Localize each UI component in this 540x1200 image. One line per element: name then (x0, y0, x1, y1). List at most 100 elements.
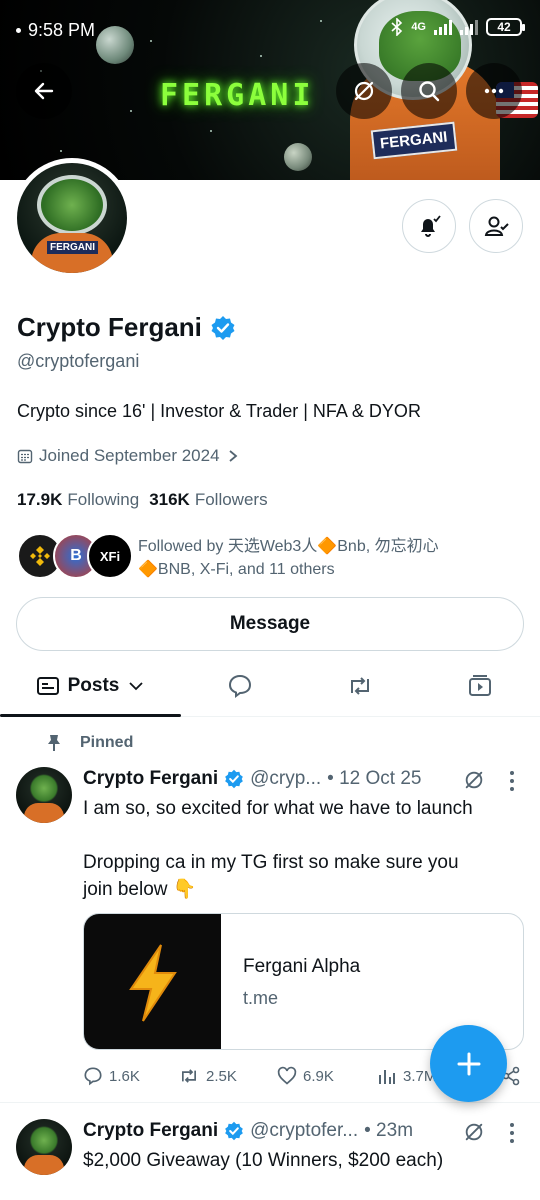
post-text-line3: join below 👇 (83, 879, 197, 900)
profile-tabs: Posts (0, 657, 540, 717)
reply-bubble-icon (228, 674, 252, 698)
lightning-bolt-icon (128, 943, 177, 1022)
moon-graphic (284, 143, 312, 171)
tab-active-indicator (0, 714, 181, 717)
follow-stats: 17.9K Following 316K Followers (17, 490, 268, 510)
card-title: Fergani Alpha (243, 956, 361, 977)
banner-logo-text: FERGANI (160, 78, 315, 113)
card-thumbnail (84, 914, 221, 1049)
post-header: Crypto Fergani @cryp... • 12 Oct 25 (83, 768, 421, 790)
binance-logo-icon (30, 546, 50, 566)
plus-icon (457, 1052, 480, 1075)
status-icons: 4G 42 (391, 18, 525, 36)
followers-count: 316K (149, 490, 190, 509)
back-button[interactable] (16, 63, 72, 119)
like-action[interactable]: 6.9K (277, 1066, 334, 1086)
network-type: 4G (411, 21, 426, 33)
followers-link[interactable]: 316K Followers (149, 490, 267, 510)
reply-icon (84, 1067, 102, 1086)
notifications-button[interactable] (402, 199, 456, 253)
chevron-down-icon (129, 682, 144, 691)
posts-feed-icon (36, 677, 59, 695)
joined-row[interactable]: Joined September 2024 (17, 446, 240, 466)
followed-by-line1: Followed by 天选Web3人🔶Bnb, 勿忘初心 (138, 538, 439, 555)
battery-level: 42 (497, 20, 511, 34)
verified-badge-icon[interactable] (210, 315, 236, 341)
tab-posts-label: Posts (67, 675, 120, 696)
grok-icon[interactable] (463, 769, 485, 791)
battery-icon: 42 (486, 18, 525, 36)
signal-icon-2 (460, 19, 478, 35)
followed-by-row[interactable]: B XFi Followed by 天选Web3人🔶Bnb, 勿忘初心 🔶BNB… (17, 533, 527, 581)
joined-date: Joined September 2024 (39, 446, 220, 465)
tab-reposts[interactable] (325, 657, 395, 715)
avatar-patch: FERGANI (47, 241, 98, 254)
pinned-label-row: Pinned (46, 734, 133, 752)
repost-icon (182, 1069, 196, 1083)
post-author-handle: @cryp... (250, 768, 322, 789)
chevron-right-icon (228, 450, 237, 462)
grok-button[interactable] (336, 63, 392, 119)
post-text-line1: I am so, so excited for what we have to … (83, 798, 473, 819)
grok-icon (354, 81, 374, 101)
post-avatar[interactable] (16, 767, 72, 823)
media-icon (469, 675, 491, 696)
avatar-image: FERGANI (17, 163, 127, 273)
post-avatar[interactable] (16, 1119, 72, 1175)
card-domain: t.me (243, 988, 279, 1008)
bell-check-icon (421, 215, 441, 237)
verified-badge-icon (225, 1121, 243, 1141)
verified-badge-icon (225, 769, 243, 789)
more-options-button[interactable] (466, 63, 522, 119)
post-time: • 23m (364, 1120, 414, 1141)
repost-icon (351, 677, 369, 695)
bluetooth-icon (391, 18, 403, 36)
like-count: 6.9K (303, 1067, 334, 1085)
notification-dot (16, 28, 21, 33)
post-author-handle: @cryptofer... (250, 1120, 359, 1141)
repost-count: 2.5K (206, 1067, 237, 1085)
status-bar: 9:58 PM 4G 42 (0, 0, 540, 60)
pin-icon (48, 735, 60, 751)
arrow-left-icon (34, 82, 54, 100)
more-horizontal-icon (484, 88, 504, 94)
profile-bio: Crypto since 16' | Investor & Trader | N… (17, 401, 421, 421)
pinned-label: Pinned (80, 734, 134, 751)
following-button[interactable] (469, 199, 523, 253)
post-author-name[interactable]: Crypto Fergani (83, 768, 218, 790)
post-more-icon[interactable] (510, 771, 514, 791)
post-text-line2: Dropping ca in my TG first so make sure … (83, 852, 459, 873)
post-author-name[interactable]: Crypto Fergani (83, 1120, 218, 1142)
repost-action[interactable]: 2.5K (178, 1066, 237, 1086)
signal-icon (434, 19, 452, 35)
post-header: Crypto Fergani @cryptofer... • 23m (83, 1120, 413, 1142)
heart-icon (277, 1066, 297, 1085)
following-label: Following (67, 490, 140, 509)
message-button[interactable]: Message (16, 597, 524, 651)
tab-media[interactable] (445, 657, 515, 715)
views-chart-icon (379, 1070, 395, 1084)
calendar-icon (17, 449, 33, 464)
search-icon (419, 81, 440, 102)
status-time: 9:58 PM (28, 20, 96, 40)
post-more-icon[interactable] (510, 1123, 514, 1143)
views-action[interactable]: 3.7M (377, 1066, 436, 1086)
tab-posts[interactable]: Posts (0, 657, 181, 715)
following-link[interactable]: 17.9K Following (17, 490, 139, 510)
followers-label: Followers (194, 490, 268, 509)
user-check-icon (484, 216, 509, 236)
reply-count: 1.6K (109, 1067, 140, 1085)
following-count: 17.9K (17, 490, 63, 509)
reply-action[interactable]: 1.6K (83, 1066, 140, 1086)
follower-avatar-xfi-label: XFi (99, 548, 121, 564)
followed-by-line2: 🔶BNB, X-Fi, and 11 others (138, 561, 335, 578)
compose-post-button[interactable] (430, 1025, 507, 1102)
profile-avatar[interactable]: FERGANI (12, 158, 132, 278)
profile-handle: @cryptofergani (17, 351, 140, 371)
tab-replies[interactable] (205, 657, 275, 715)
grok-icon[interactable] (463, 1121, 485, 1143)
post-text-line1: $2,000 Giveaway (10 Winners, $200 each) (83, 1150, 444, 1171)
follower-avatar-xfi: XFi (87, 533, 133, 579)
follower-avatar-2-label: B (70, 547, 82, 564)
search-button[interactable] (401, 63, 457, 119)
